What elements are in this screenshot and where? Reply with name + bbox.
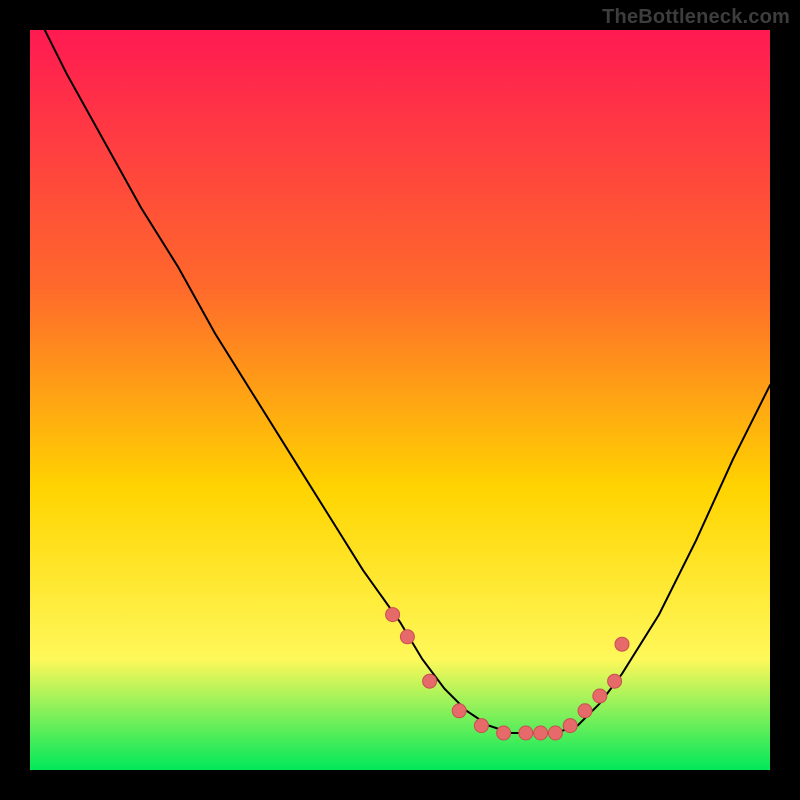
data-point-marker [593, 689, 607, 703]
chart-svg [30, 30, 770, 770]
chart-frame [30, 30, 770, 770]
data-point-marker [386, 608, 400, 622]
data-point-marker [563, 719, 577, 733]
data-point-marker [400, 630, 414, 644]
data-point-marker [534, 726, 548, 740]
data-point-marker [452, 704, 466, 718]
data-point-marker [608, 674, 622, 688]
data-point-marker [615, 637, 629, 651]
data-point-marker [423, 674, 437, 688]
data-point-marker [519, 726, 533, 740]
data-point-marker [578, 704, 592, 718]
gradient-background [30, 30, 770, 770]
data-point-marker [497, 726, 511, 740]
watermark-text: TheBottleneck.com [602, 6, 790, 29]
data-point-marker [548, 726, 562, 740]
data-point-marker [474, 719, 488, 733]
